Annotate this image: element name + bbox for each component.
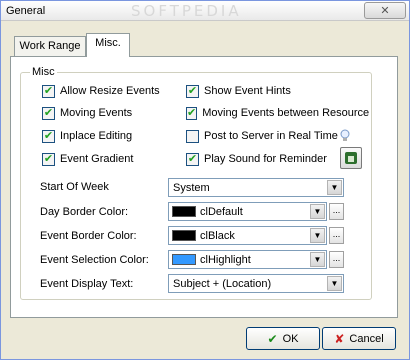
chevron-down-icon[interactable]: ▼ [327,276,342,291]
color-swatch [172,230,196,241]
checkbox-moving-events-between-resources[interactable]: ✔ Moving Events between Resources [186,105,369,121]
checkbox-inplace-editing[interactable]: ✔ Inplace Editing [42,128,132,144]
tab-work-range[interactable]: Work Range [14,36,86,56]
event-display-text-label: Event Display Text: [40,278,134,290]
checkbox-label: Show Event Hints [204,85,291,97]
cancel-button[interactable]: ✘ Cancel [322,327,396,350]
event-border-color-ellipsis-button[interactable]: ... [329,227,344,244]
event-border-color-label: Event Border Color: [40,230,137,242]
check-icon: ✔ [42,84,55,98]
checkbox-play-sound[interactable]: ✔ Play Sound for Reminder [186,151,327,167]
select-value: System [173,182,210,194]
cancel-icon: ✘ [334,331,345,346]
cancel-label: Cancel [349,332,384,345]
select-value: clDefault [200,206,243,218]
select-value: clHighlight [200,254,251,266]
ok-button[interactable]: ✔ OK [246,327,320,350]
check-icon: ✔ [186,152,199,166]
check-icon: ✔ [186,106,198,120]
close-button[interactable]: ✕ [364,2,406,19]
ok-label: OK [282,332,299,345]
chevron-down-icon[interactable]: ▼ [327,180,342,195]
event-selection-color-select[interactable]: clHighlight ▼ [168,250,327,269]
watermark-text: SOFTPEDIA [131,2,242,20]
check-icon: ✔ [42,152,55,166]
checkbox-post-to-server[interactable]: Post to Server in Real Time [186,128,338,144]
checkbox-label: Inplace Editing [60,130,133,142]
event-border-color-select[interactable]: clBlack ▼ [168,226,327,245]
start-of-week-select[interactable]: System ▼ [168,178,344,197]
chevron-down-icon[interactable]: ▼ [310,252,325,267]
checkbox-label: Moving Events [60,107,133,119]
select-value: Subject + (Location) [173,278,272,290]
checkbox-show-event-hints[interactable]: ✔ Show Event Hints [186,83,291,99]
event-display-text-select[interactable]: Subject + (Location) ▼ [168,274,344,293]
checkbox-event-gradient[interactable]: ✔ Event Gradient [42,151,133,167]
start-of-week-label: Start Of Week [40,181,109,193]
checkbox-moving-events[interactable]: ✔ Moving Events [42,105,132,121]
play-sound-button[interactable] [340,147,362,169]
event-selection-color-ellipsis-button[interactable]: ... [329,251,344,268]
color-swatch [172,254,196,265]
day-border-color-ellipsis-button[interactable]: ... [329,203,344,220]
close-icon: ✕ [380,4,390,17]
select-value: clBlack [200,230,235,242]
speaker-icon [345,152,357,164]
day-border-color-label: Day Border Color: [40,206,129,218]
checkbox-label: Post to Server in Real Time [204,130,338,142]
check-icon: ✔ [42,106,55,120]
tab-misc[interactable]: Misc. [86,33,130,57]
color-swatch [172,206,196,217]
event-selection-color-label: Event Selection Color: [40,254,149,266]
check-icon: ✔ [186,84,199,98]
window-title: General [6,5,46,17]
chevron-down-icon[interactable]: ▼ [310,204,325,219]
misc-group-label: Misc [30,66,57,78]
checkbox-label: Event Gradient [60,153,134,165]
checkbox-label: Play Sound for Reminder [204,153,327,165]
checkbox-allow-resize-events[interactable]: ✔ Allow Resize Events [42,83,160,99]
lightbulb-icon [340,129,350,141]
chevron-down-icon[interactable]: ▼ [310,228,325,243]
check-icon: ✔ [42,129,55,143]
checkbox-label: Moving Events between Resources [202,107,369,119]
check-icon: ✔ [267,331,278,346]
checkbox-box [186,129,199,143]
day-border-color-select[interactable]: clDefault ▼ [168,202,327,221]
title-bar[interactable]: General SOFTPEDIA ✕ [1,1,409,21]
checkbox-label: Allow Resize Events [60,85,160,97]
